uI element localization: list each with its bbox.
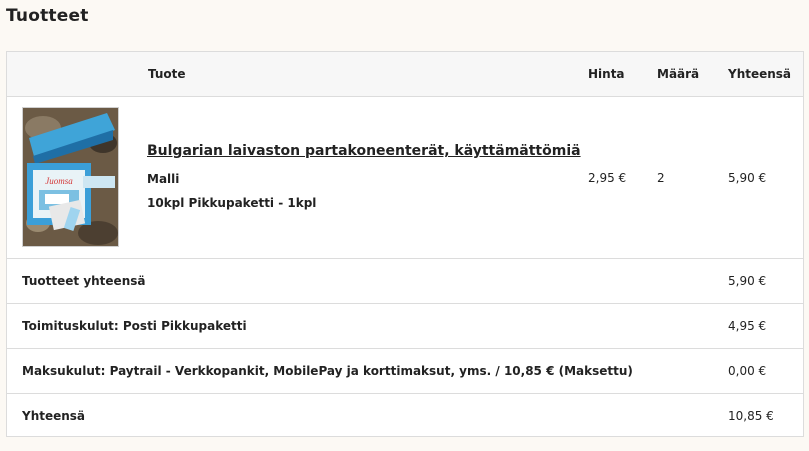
- summary-value: 4,95 €: [728, 319, 767, 333]
- summary-value: 10,85 €: [728, 409, 774, 423]
- header-quantity: Määrä: [657, 67, 700, 81]
- product-thumbnail[interactable]: Juomsa: [22, 107, 119, 247]
- summary-label: Tuotteet yhteensä: [22, 274, 146, 288]
- product-option-value: 10kpl Pikkupaketti - 1kpl: [147, 196, 317, 210]
- header-total: Yhteensä: [728, 67, 792, 81]
- header-product: Tuote: [148, 67, 186, 81]
- summary-row-grand-total: Yhteensä 10,85 €: [7, 394, 803, 439]
- summary-row-payment-fee: Maksukulut: Paytrail - Verkkopankit, Mob…: [7, 349, 803, 394]
- cart-table: Tuote Hinta Määrä Yhteensä Juomsa Bulgar…: [6, 51, 804, 437]
- summary-label: Yhteensä: [22, 409, 86, 423]
- product-total: 5,90 €: [728, 171, 767, 185]
- summary-row-shipping: Toimituskulut: Posti Pikkupaketti 4,95 €: [7, 304, 803, 349]
- table-header-row: Tuote Hinta Määrä Yhteensä: [7, 52, 803, 97]
- svg-text:Juomsa: Juomsa: [45, 176, 73, 186]
- summary-value: 5,90 €: [728, 274, 767, 288]
- product-name-link[interactable]: Bulgarian laivaston partakoneenterät, kä…: [147, 143, 581, 159]
- product-option-label: Malli: [147, 172, 180, 186]
- header-price: Hinta: [588, 67, 625, 81]
- summary-label: Maksukulut: Paytrail - Verkkopankit, Mob…: [22, 364, 633, 378]
- summary-value: 0,00 €: [728, 364, 767, 378]
- product-quantity: 2: [657, 171, 665, 185]
- table-row: Juomsa Bulgarian laivaston partakoneente…: [7, 97, 803, 259]
- page-title: Tuotteet: [6, 6, 89, 26]
- summary-row-products-total: Tuotteet yhteensä 5,90 €: [7, 259, 803, 304]
- summary-label: Toimituskulut: Posti Pikkupaketti: [22, 319, 247, 333]
- product-price: 2,95 €: [588, 171, 627, 185]
- product-photo-icon: Juomsa: [23, 108, 118, 246]
